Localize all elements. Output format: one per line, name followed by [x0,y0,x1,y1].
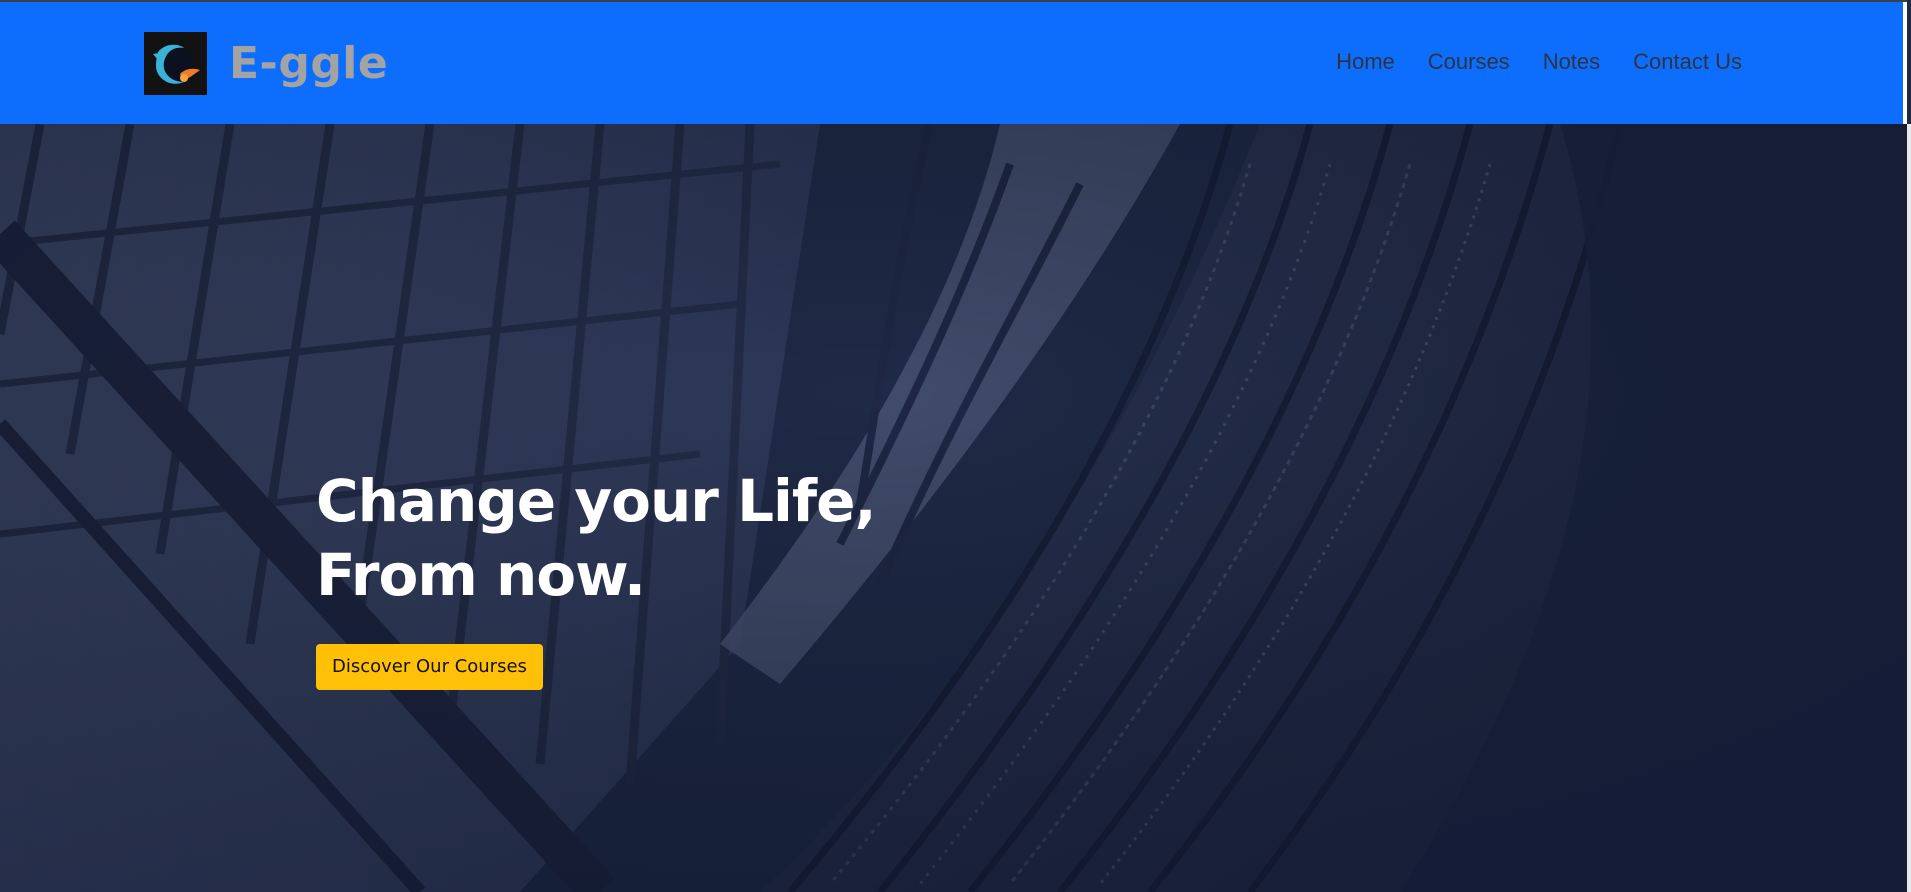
navbar: E-ggle Home Courses Notes Contact Us [0,0,1907,126]
page: E-ggle Home Courses Notes Contact Us Cha… [0,0,1911,892]
nav-item-contact: Contact Us [1633,49,1742,75]
comet-logo-icon [144,32,207,95]
nav-link-contact-us[interactable]: Contact Us [1633,49,1742,74]
nav-item-notes: Notes [1543,49,1600,75]
nav-item-home: Home [1336,49,1395,75]
window-edge [1903,2,1907,126]
nav-item-courses: Courses [1428,49,1510,75]
hero-section: Change your Life, From now. Discover Our… [0,124,1907,892]
window-edge-lower [1907,124,1911,892]
hero-content: Change your Life, From now. Discover Our… [316,464,877,690]
library-background-image [0,124,1907,892]
hero-title-line-1: Change your Life, [316,467,877,535]
discover-courses-button[interactable]: Discover Our Courses [316,644,543,690]
nav-menu: Home Courses Notes Contact Us [1336,49,1742,75]
nav-link-courses[interactable]: Courses [1428,49,1510,74]
hero-title-line-2: From now. [316,541,646,609]
nav-link-notes[interactable]: Notes [1543,49,1600,74]
nav-link-home[interactable]: Home [1336,49,1395,74]
brand-name: E-ggle [229,38,389,89]
brand-link[interactable]: E-ggle [144,32,388,95]
hero-title: Change your Life, From now. [316,464,877,612]
